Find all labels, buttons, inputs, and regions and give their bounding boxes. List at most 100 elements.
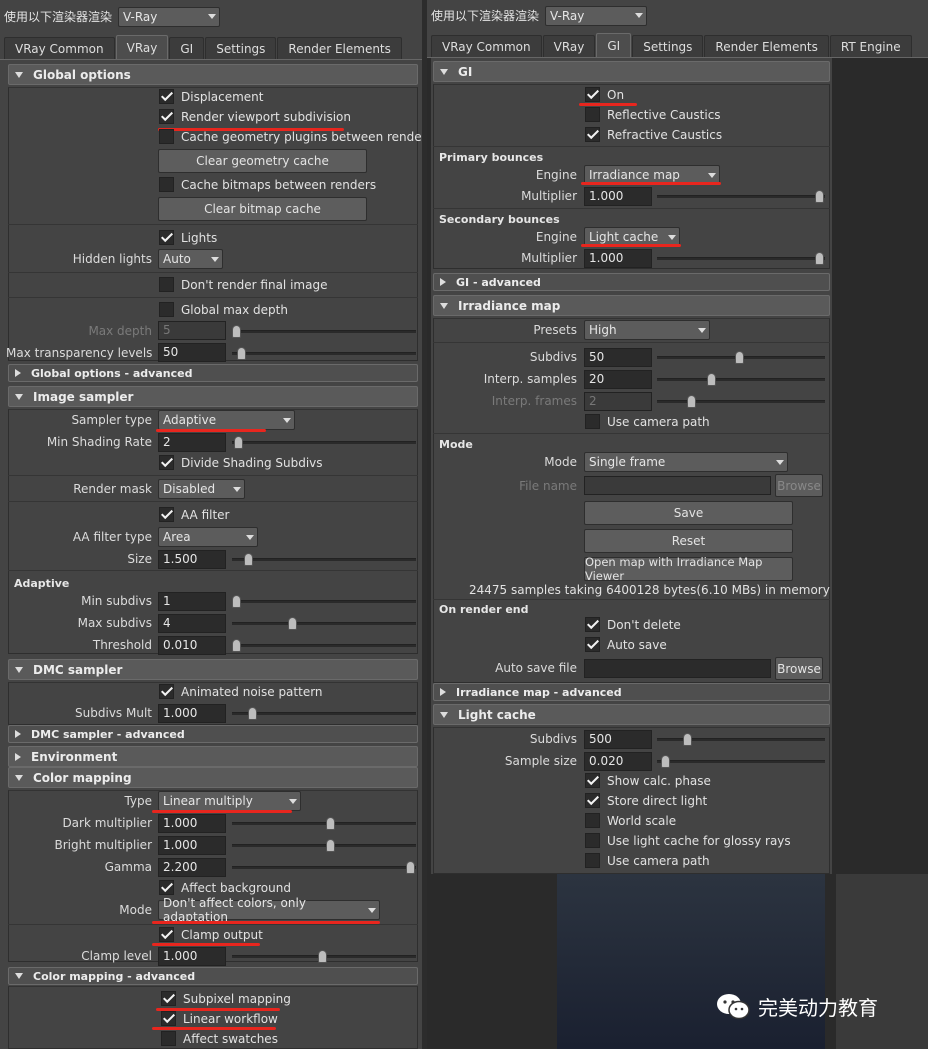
dark-multiplier-slider[interactable] [232, 817, 416, 830]
max-transparency-slider[interactable] [232, 347, 416, 360]
affect-background-checkbox[interactable] [159, 880, 174, 895]
dont-delete-checkbox[interactable] [585, 617, 600, 632]
tab-vray[interactable]: VRay [542, 35, 596, 57]
bright-multiplier-field[interactable]: 1.000 [158, 836, 226, 855]
size-field[interactable]: 1.500 [158, 550, 226, 569]
store-direct-checkbox[interactable] [585, 793, 600, 808]
clear-geometry-cache-button[interactable]: Clear geometry cache [158, 149, 367, 173]
irradiance-map-header[interactable]: Irradiance map [433, 295, 830, 316]
secondary-multiplier-field[interactable]: 1.000 [584, 249, 652, 268]
slider-knob[interactable] [683, 733, 692, 746]
gi-on-checkbox[interactable] [585, 87, 600, 102]
slider-knob[interactable] [234, 436, 243, 449]
min-subdivs-field[interactable]: 1 [158, 592, 226, 611]
irr-use-camera-checkbox[interactable] [585, 414, 600, 429]
color-mapping-advanced-header[interactable]: Color mapping - advanced [8, 967, 418, 985]
gamma-slider[interactable] [232, 861, 416, 874]
tab-vray-common[interactable]: VRay Common [4, 37, 115, 59]
irr-mode-dropdown[interactable]: Single frame [584, 452, 788, 472]
subdivs-mult-field[interactable]: 1.000 [158, 704, 226, 723]
irr-subdivs-slider[interactable] [657, 351, 825, 364]
color-mapping-mode-dropdown[interactable]: Don't affect colors, only adaptation [158, 896, 380, 924]
tab-gi[interactable]: GI [596, 33, 632, 57]
color-mapping-type-dropdown[interactable]: Linear multiply [158, 791, 301, 811]
show-calc-checkbox[interactable] [585, 773, 600, 788]
clamp-level-slider[interactable] [232, 950, 416, 963]
reset-button[interactable]: Reset [584, 529, 793, 553]
gi-header[interactable]: GI [433, 61, 830, 82]
file-browse-button[interactable]: Browse [775, 474, 823, 497]
auto-save-browse-button[interactable]: Browse [775, 657, 823, 680]
size-slider[interactable] [232, 553, 416, 566]
tab-render-elements[interactable]: Render Elements [704, 35, 829, 57]
slider-knob[interactable] [707, 373, 716, 386]
auto-save-checkbox[interactable] [585, 637, 600, 652]
min-subdivs-slider[interactable] [232, 595, 416, 608]
clamp-level-field[interactable]: 1.000 [158, 947, 226, 966]
tab-vray[interactable]: VRay [115, 35, 169, 59]
slider-knob[interactable] [237, 347, 246, 360]
slider-knob[interactable] [232, 639, 241, 652]
slider-knob[interactable] [687, 395, 696, 408]
bright-multiplier-slider[interactable] [232, 839, 416, 852]
tab-settings[interactable]: Settings [632, 35, 704, 57]
lights-checkbox[interactable] [159, 230, 174, 245]
slider-knob[interactable] [232, 595, 241, 608]
global-options-advanced-header[interactable]: Global options - advanced [8, 364, 418, 382]
slider-knob[interactable] [406, 861, 415, 874]
interp-samples-slider[interactable] [657, 373, 825, 386]
clear-bitmap-cache-button[interactable]: Clear bitmap cache [158, 197, 367, 221]
irr-subdivs-field[interactable]: 50 [584, 348, 652, 367]
presets-dropdown[interactable]: High [584, 320, 710, 340]
lc-subdivs-slider[interactable] [657, 733, 825, 746]
open-map-viewer-button[interactable]: Open map with Irradiance Map Viewer [584, 555, 793, 583]
render-mask-dropdown[interactable]: Disabled [158, 479, 245, 499]
save-button[interactable]: Save [584, 501, 793, 525]
slider-knob[interactable] [815, 190, 824, 203]
threshold-field[interactable]: 0.010 [158, 636, 226, 655]
renderer-dropdown[interactable]: V-Ray [118, 6, 221, 27]
interp-samples-field[interactable]: 20 [584, 370, 652, 389]
animated-noise-checkbox[interactable] [159, 684, 174, 699]
displacement-checkbox[interactable] [159, 89, 174, 104]
subdivs-mult-slider[interactable] [232, 707, 416, 720]
affect-swatches-checkbox[interactable] [161, 1031, 176, 1046]
auto-save-file-field[interactable] [584, 659, 771, 678]
tab-gi[interactable]: GI [169, 37, 205, 59]
dont-render-checkbox[interactable] [159, 277, 174, 292]
dmc-sampler-header[interactable]: DMC sampler [8, 659, 418, 680]
dark-multiplier-field[interactable]: 1.000 [158, 814, 226, 833]
environment-header[interactable]: Environment [8, 746, 418, 767]
divide-shading-checkbox[interactable] [159, 455, 174, 470]
irradiance-map-advanced-header[interactable]: Irradiance map - advanced [433, 683, 830, 701]
renderer-dropdown[interactable]: V-Ray [545, 5, 648, 26]
light-cache-header[interactable]: Light cache [433, 704, 830, 725]
interp-frames-slider[interactable] [657, 395, 825, 408]
global-options-header[interactable]: Global options [8, 64, 418, 85]
max-depth-field[interactable]: 5 [158, 321, 226, 340]
lc-subdivs-field[interactable]: 500 [584, 730, 652, 749]
file-name-field[interactable] [584, 476, 771, 495]
tab-render-elements[interactable]: Render Elements [277, 37, 402, 59]
world-scale-checkbox[interactable] [585, 813, 600, 828]
glossy-rays-checkbox[interactable] [585, 833, 600, 848]
hidden-lights-dropdown[interactable]: Auto [158, 249, 223, 269]
min-shading-rate-slider[interactable] [232, 436, 416, 449]
color-mapping-header[interactable]: Color mapping [8, 767, 418, 788]
lc-camera-path-checkbox[interactable] [585, 853, 600, 868]
aa-filter-type-dropdown[interactable]: Area [158, 527, 258, 547]
refractive-caustics-checkbox[interactable] [585, 127, 600, 142]
subpixel-mapping-checkbox[interactable] [161, 991, 176, 1006]
slider-knob[interactable] [244, 553, 253, 566]
slider-knob[interactable] [288, 617, 297, 630]
dmc-sampler-advanced-header[interactable]: DMC sampler - advanced [8, 725, 418, 743]
slider-knob[interactable] [326, 839, 335, 852]
sample-size-slider[interactable] [657, 755, 825, 768]
primary-multiplier-slider[interactable] [657, 190, 825, 203]
slider-knob[interactable] [326, 817, 335, 830]
threshold-slider[interactable] [232, 639, 416, 652]
max-subdivs-field[interactable]: 4 [158, 614, 226, 633]
primary-multiplier-field[interactable]: 1.000 [584, 187, 652, 206]
tab-settings[interactable]: Settings [205, 37, 277, 59]
slider-knob[interactable] [248, 707, 257, 720]
